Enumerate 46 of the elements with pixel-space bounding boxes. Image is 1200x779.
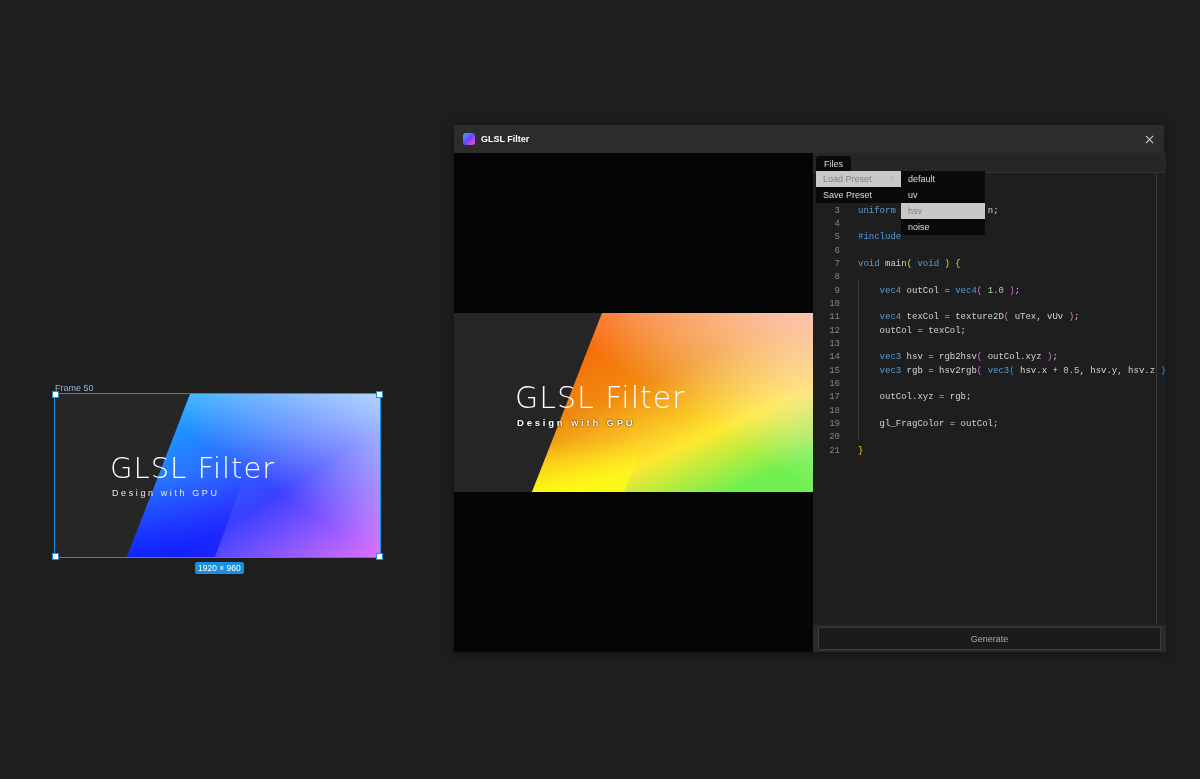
code-line: vec3 hsv = rgb2hsv( outCol.xyz );	[878, 351, 1058, 365]
line-number: 11	[828, 311, 840, 325]
code-line: }	[858, 444, 864, 458]
code-line: gl_FragColor = outCol;	[878, 417, 999, 431]
line-number: 20	[828, 431, 840, 445]
code-line: vec4 outCol = vec4( 1.0 );	[878, 284, 1021, 298]
line-number: 6	[833, 244, 840, 258]
line-number: 5	[833, 231, 840, 245]
resize-handle[interactable]	[52, 553, 59, 560]
code-line: void main( void ) {	[858, 258, 961, 271]
code-line: uniform	[858, 204, 896, 218]
resize-handle[interactable]	[376, 391, 383, 398]
line-number: 7	[833, 258, 840, 271]
close-icon[interactable]	[1145, 134, 1154, 144]
menu-item[interactable]: default	[901, 171, 985, 187]
line-number: 12	[828, 324, 840, 338]
resize-handle[interactable]	[52, 391, 59, 398]
line-number: 13	[828, 337, 840, 351]
line-number: 18	[828, 404, 840, 418]
code-line: outCol = texCol;	[878, 324, 966, 338]
menu-item[interactable]: Save Preset	[816, 187, 901, 203]
code-line: vec4 texCol = texture2D( uTex, vUv );	[878, 311, 1080, 325]
line-number: 16	[828, 377, 840, 391]
generate-button[interactable]: Generate	[818, 627, 1161, 650]
line-number: 9	[833, 284, 840, 298]
resize-handle[interactable]	[376, 553, 383, 560]
line-number: 14	[828, 351, 840, 365]
code-line: outCol.xyz = rgb;	[878, 391, 972, 405]
code-line: vec3 rgb = hsv2rgb( vec3( hsv.x + 0.5, hsv.y, hsv.z )	[878, 364, 1166, 378]
code-line: #include	[858, 231, 902, 245]
app-icon	[463, 133, 475, 145]
size-badge: 1920 × 960	[195, 562, 244, 574]
menu-item[interactable]: noise	[901, 219, 985, 235]
frame-label[interactable]: Frame 50	[55, 383, 94, 394]
line-number: 17	[828, 391, 840, 405]
window-title: GLSL Filter	[481, 134, 530, 144]
line-number: 19	[828, 417, 840, 431]
files-tab[interactable]: Files	[816, 156, 851, 172]
line-number: 21	[828, 444, 840, 458]
code-line: n;	[987, 204, 999, 218]
line-number: 15	[828, 364, 840, 378]
line-number: 3	[833, 204, 840, 218]
menu-item[interactable]: uv	[901, 187, 985, 203]
line-number: 8	[833, 271, 840, 285]
line-number: 10	[828, 298, 840, 311]
line-number: 4	[833, 218, 840, 231]
